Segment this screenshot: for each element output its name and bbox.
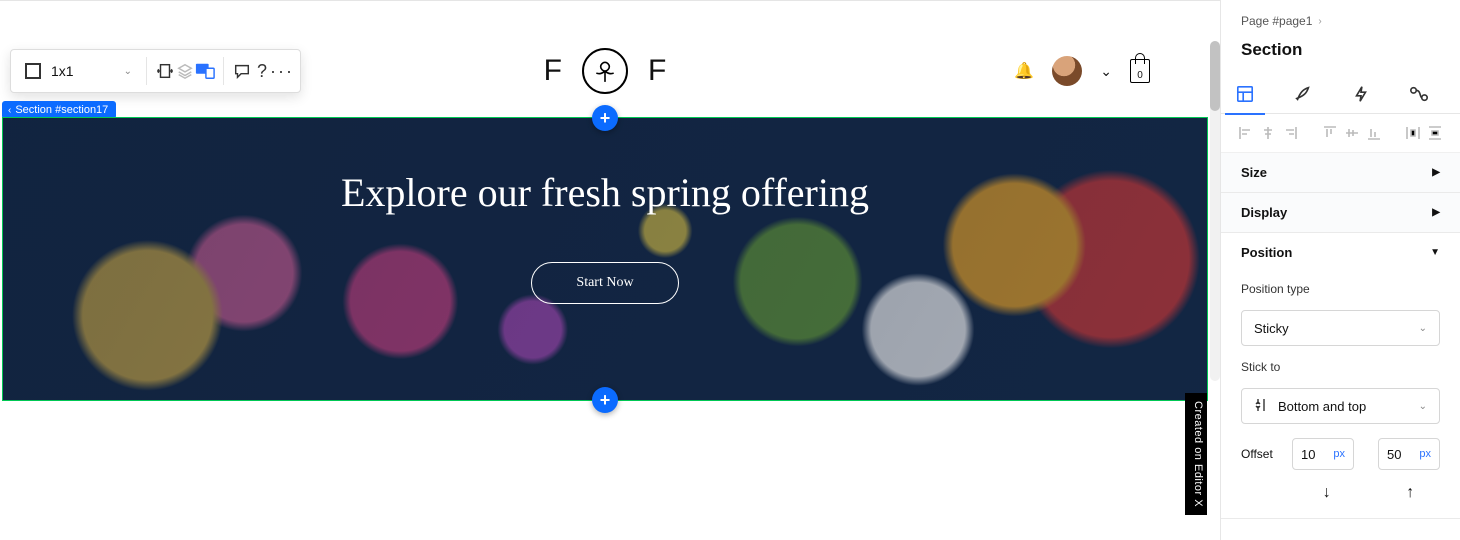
align-right-icon[interactable] [1281, 124, 1299, 142]
more-options-icon[interactable]: ··· [272, 61, 292, 81]
separator [223, 57, 224, 85]
editor-watermark: Created on Editor X [1185, 393, 1207, 515]
stretch-icon[interactable] [155, 61, 175, 81]
tab-design[interactable] [1291, 74, 1315, 114]
chevron-left-icon: ‹ [8, 105, 11, 116]
offset-2-unit[interactable]: px [1419, 448, 1431, 460]
chevron-down-icon: ⌄ [124, 66, 132, 77]
section-tag-label: Section #section17 [15, 104, 108, 116]
tab-layout[interactable] [1233, 74, 1257, 114]
offset-label: Offset [1241, 447, 1280, 461]
accordion-position-label: Position [1241, 245, 1292, 260]
align-center-v-icon[interactable] [1343, 124, 1361, 142]
stick-to-select[interactable]: Bottom and top ⌄ [1241, 388, 1440, 424]
separator [146, 57, 147, 85]
notification-bell-icon[interactable]: 🔔 [1014, 61, 1034, 81]
accordion-display-label: Display [1241, 205, 1287, 220]
accordion-position[interactable]: Position ▼ [1221, 233, 1460, 272]
chevron-right-icon: › [1318, 16, 1321, 27]
avatar[interactable] [1052, 56, 1082, 86]
offset-1-unit[interactable]: px [1333, 448, 1345, 460]
hero-section[interactable]: + Explore our fresh spring offering Star… [2, 117, 1208, 401]
inspector-tabs [1221, 74, 1460, 114]
logo-letter-left: F [544, 54, 562, 88]
offset-input-1[interactable]: 10 px [1292, 438, 1354, 470]
tab-interactions[interactable] [1407, 74, 1431, 114]
chevron-down-icon: ⌄ [1419, 323, 1427, 334]
scrollbar-thumb[interactable] [1210, 41, 1220, 111]
triangle-right-icon: ▶ [1432, 167, 1440, 178]
align-bottom-icon[interactable] [1365, 124, 1383, 142]
align-top-icon[interactable] [1321, 124, 1339, 142]
align-left-icon[interactable] [1237, 124, 1255, 142]
square-icon [25, 63, 41, 79]
responsive-icon[interactable] [195, 61, 215, 81]
distribute-v-icon[interactable] [1426, 124, 1444, 142]
inspector-title: Section [1221, 34, 1460, 74]
chevron-down-icon: ⌄ [1419, 401, 1427, 412]
offset-input-2[interactable]: 50 px [1378, 438, 1440, 470]
position-type-label: Position type [1241, 282, 1440, 296]
accordion-display[interactable]: Display ▶ [1221, 193, 1460, 232]
align-center-h-icon[interactable] [1259, 124, 1277, 142]
floating-toolbar: 1x1 ⌄ ? ··· [10, 49, 301, 93]
stick-to-label: Stick to [1241, 360, 1440, 374]
canvas-scrollbar[interactable] [1210, 41, 1220, 381]
inspector-panel: Page #page1 › Section [1220, 0, 1460, 540]
hero-cta-button[interactable]: Start Now [531, 262, 678, 304]
logo-letter-right: F [648, 54, 666, 88]
offset-1-direction-down-icon: ↓ [1297, 484, 1357, 502]
stick-to-value: Bottom and top [1278, 399, 1366, 414]
accordion-size-label: Size [1241, 165, 1267, 180]
grid-label: 1x1 [51, 63, 74, 79]
logo-flower-icon [582, 48, 628, 94]
offset-1-value: 10 [1301, 447, 1315, 462]
offset-2-direction-up-icon: ↑ [1381, 484, 1441, 502]
position-type-select[interactable]: Sticky ⌄ [1241, 310, 1440, 346]
alignment-controls [1221, 114, 1460, 153]
offset-2-value: 50 [1387, 447, 1401, 462]
position-type-value: Sticky [1254, 321, 1289, 336]
breadcrumb[interactable]: Page #page1 › [1221, 0, 1460, 34]
shopping-bag-icon[interactable]: 0 [1130, 59, 1150, 83]
grid-selector[interactable]: 1x1 ⌄ [19, 50, 138, 92]
chevron-down-icon[interactable]: ⌄ [1100, 63, 1112, 80]
hero-title[interactable]: Explore our fresh spring offering [341, 168, 869, 218]
tab-animation[interactable] [1349, 74, 1373, 114]
stick-icon [1254, 397, 1268, 416]
breadcrumb-label: Page #page1 [1241, 14, 1312, 28]
canvas: F F 🔔 ⌄ 0 1x1 ⌄ [0, 0, 1220, 540]
distribute-h-icon[interactable] [1404, 124, 1422, 142]
layers-icon[interactable] [175, 61, 195, 81]
triangle-down-icon: ▼ [1430, 247, 1440, 258]
accordion-size[interactable]: Size ▶ [1221, 153, 1460, 192]
comment-icon[interactable] [232, 61, 252, 81]
bag-count: 0 [1137, 70, 1143, 81]
triangle-right-icon: ▶ [1432, 207, 1440, 218]
help-icon[interactable]: ? [252, 61, 272, 81]
site-logo: F F [544, 48, 667, 94]
